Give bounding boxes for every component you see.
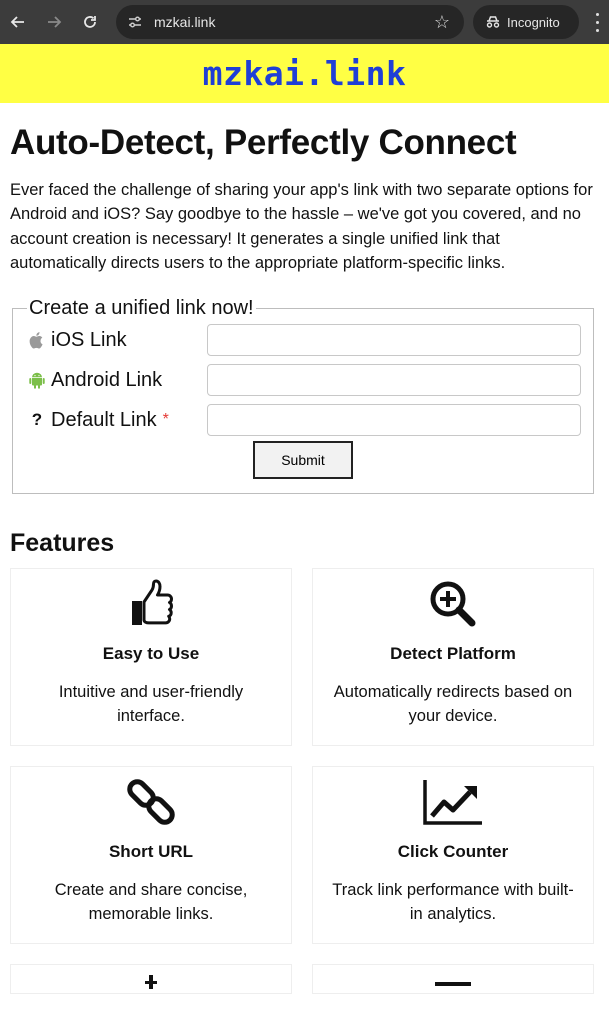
site-header: mzkai.link <box>0 44 609 103</box>
ios-link-label-text: iOS Link <box>51 328 127 351</box>
browser-menu-icon[interactable] <box>590 10 604 34</box>
incognito-icon <box>486 16 500 28</box>
feature-card-detect-platform: Detect Platform Automatically redirects … <box>312 568 594 747</box>
default-link-input[interactable] <box>207 404 581 437</box>
ios-link-row: iOS Link <box>27 320 581 360</box>
create-link-form: Create a unified link now! iOS Link Andr… <box>12 297 594 495</box>
partial-icon <box>136 973 166 993</box>
feature-card-easy-to-use: Easy to Use Intuitive and user-friendly … <box>10 568 292 747</box>
back-button[interactable] <box>0 0 36 44</box>
partial-icon <box>433 973 473 993</box>
intro-text: Ever faced the challenge of sharing your… <box>10 181 593 272</box>
ios-link-label: iOS Link <box>27 329 207 352</box>
apple-icon <box>27 331 47 349</box>
arrow-left-icon <box>10 16 24 28</box>
android-icon <box>27 371 47 389</box>
forward-button[interactable] <box>36 0 72 44</box>
feature-card-partial <box>312 964 594 995</box>
link-icon <box>126 777 176 827</box>
question-icon: ? <box>31 410 43 430</box>
incognito-indicator[interactable]: Incognito <box>473 5 579 39</box>
feature-card-short-url: Short URL Create and share concise, memo… <box>10 766 292 945</box>
android-link-input[interactable] <box>207 364 581 397</box>
default-link-label: ? Default Link * <box>27 409 207 432</box>
address-bar[interactable]: mzkai.link ☆ <box>116 5 464 39</box>
browser-toolbar: mzkai.link ☆ Incognito <box>0 0 609 44</box>
feature-card-click-counter: Click Counter Track link performance wit… <box>312 766 594 945</box>
reload-button[interactable] <box>72 0 108 44</box>
default-link-label-text: Default Link <box>51 408 157 431</box>
feature-title: Short URL <box>108 842 194 862</box>
thumbs-up-icon <box>127 579 175 629</box>
page-title: Auto-Detect, Perfectly Connect <box>10 123 517 162</box>
main-content: Auto-Detect, Perfectly Connect Ever face… <box>10 103 599 995</box>
submit-row: Submit <box>27 441 581 480</box>
feature-description: Automatically redirects based on your de… <box>333 683 573 726</box>
chart-line-icon <box>422 777 484 827</box>
submit-button[interactable]: Submit <box>253 441 353 480</box>
magnify-plus-icon <box>428 579 478 629</box>
incognito-label: Incognito <box>507 14 560 30</box>
form-legend: Create a unified link now! <box>29 297 254 320</box>
url-text: mzkai.link <box>154 14 216 30</box>
feature-description: Create and share concise, memorable link… <box>54 881 248 924</box>
required-asterisk: * <box>162 411 169 429</box>
brand-logo[interactable]: mzkai.link <box>203 54 407 93</box>
default-link-row: ? Default Link * <box>27 400 581 440</box>
bookmark-star-icon[interactable]: ☆ <box>434 12 450 33</box>
android-link-row: Android Link <box>27 360 581 400</box>
android-link-label-text: Android Link <box>51 368 163 391</box>
features-heading: Features <box>10 529 115 558</box>
android-link-label: Android Link <box>27 369 207 392</box>
feature-title: Easy to Use <box>102 644 200 664</box>
features-grid: Easy to Use Intuitive and user-friendly … <box>10 568 599 995</box>
site-settings-icon[interactable] <box>126 13 144 31</box>
ios-link-input[interactable] <box>207 324 581 357</box>
feature-card-partial <box>10 964 292 995</box>
reload-icon <box>84 16 96 28</box>
feature-title: Click Counter <box>397 842 509 862</box>
arrow-right-icon <box>48 16 62 28</box>
feature-title: Detect Platform <box>390 644 516 664</box>
feature-description: Intuitive and user-friendly interface. <box>58 683 244 726</box>
feature-description: Track link performance with built-in ana… <box>332 881 574 924</box>
